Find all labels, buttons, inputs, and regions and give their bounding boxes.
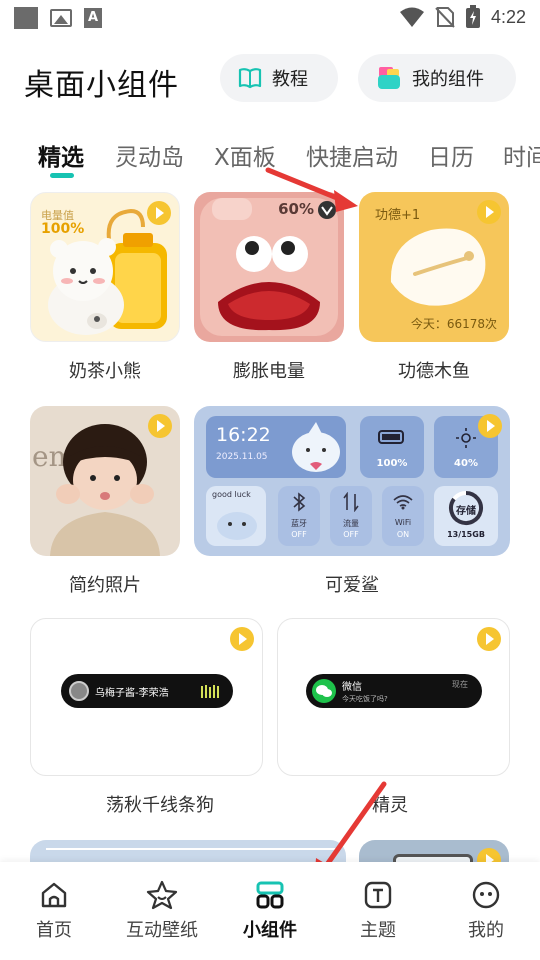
wifi-icon: [399, 7, 424, 27]
tab-time[interactable]: 时间: [503, 138, 540, 172]
play-icon[interactable]: [147, 201, 171, 225]
nav-home-label: 首页: [36, 920, 72, 941]
page-title: 桌面小组件: [24, 68, 179, 103]
widget-label-wooden-fish: 功德木鱼: [398, 361, 470, 382]
play-icon[interactable]: [477, 200, 501, 224]
tab-quick-launch[interactable]: 快捷启动: [306, 138, 398, 172]
bluetooth-label: 蓝牙: [291, 519, 307, 528]
tutorial-label: 教程: [272, 69, 308, 90]
book-icon: [238, 68, 262, 89]
widget-label-simple-photo: 简约照片: [69, 575, 141, 596]
storage-label: 存储: [456, 506, 476, 517]
nav-live-wallpaper[interactable]: 互动壁纸: [112, 880, 212, 942]
sprite-message: 今天吃饭了吗?: [342, 695, 388, 703]
shark-time: 16:22: [216, 424, 271, 446]
wifi-label: WiFi: [394, 518, 412, 527]
shark-good-luck-tile: good luck: [206, 486, 266, 546]
shark-brightness-value: 40%: [454, 458, 478, 469]
tab-indicator: [50, 173, 74, 178]
status-time: 4:22: [490, 6, 526, 27]
widget-label-milk-tea-bear: 奶茶小熊: [69, 361, 141, 382]
mobile-data-tile[interactable]: 流量 OFF: [330, 486, 372, 546]
shark-battery-tile: 100%: [360, 416, 424, 478]
sun-icon: [456, 428, 476, 448]
wifi-state: ON: [396, 530, 410, 539]
nav-theme-label: 主题: [360, 920, 396, 941]
battery-icon: [378, 430, 404, 444]
widget-card-swing-dog[interactable]: 乌梅子酱-李荣浩: [30, 618, 263, 776]
no-sim-icon: [435, 7, 455, 28]
home-icon: [41, 882, 67, 908]
bluetooth-icon: [293, 492, 306, 512]
status-bar: A 4:22: [0, 0, 540, 36]
wifi-icon: [393, 495, 413, 510]
widget-card-cute-shark[interactable]: 16:22 2025.11.05 100% 40% good luck 蓝牙 O…: [194, 406, 510, 556]
tab-dynamic-island[interactable]: 灵动岛: [115, 138, 184, 172]
play-icon[interactable]: [230, 627, 254, 651]
card-preview-lines: [46, 848, 336, 856]
widgets-icon: [256, 881, 284, 909]
widget-box-icon: [378, 67, 400, 89]
dog-music-island: 乌梅子酱-李荣浩: [61, 674, 233, 708]
widget-label-swell-battery: 膨胀电量: [233, 361, 305, 382]
star-face-icon: [146, 880, 178, 910]
nav-live-wallpaper-label: 互动壁纸: [126, 920, 198, 941]
battery-icon: [465, 5, 480, 28]
swell-battery-percent: 60%: [278, 200, 314, 218]
shark-illustration: [292, 422, 340, 472]
font-notification-icon: A: [84, 8, 102, 28]
nav-widgets-label: 小组件: [243, 920, 297, 941]
sprite-app-name: 微信: [342, 682, 362, 693]
sprite-notification-island: 微信 现在 今天吃饭了吗?: [306, 674, 482, 708]
shark-clock-panel: 16:22 2025.11.05: [206, 416, 346, 478]
widget-card-wooden-fish[interactable]: 功德+1 今天：66178次: [359, 192, 509, 342]
notification-icon: [14, 7, 38, 29]
shark-battery-value: 100%: [376, 458, 408, 469]
nav-theme[interactable]: 主题: [328, 880, 428, 942]
play-icon[interactable]: [477, 627, 501, 651]
shark-date: 2025.11.05: [216, 452, 268, 462]
widget-card-swell-battery[interactable]: 60%: [194, 192, 344, 342]
nav-profile[interactable]: 我的: [436, 880, 536, 942]
image-notification-icon: [50, 9, 72, 27]
nav-profile-label: 我的: [468, 920, 504, 941]
play-icon[interactable]: [478, 414, 502, 438]
bluetooth-tile[interactable]: 蓝牙 OFF: [278, 486, 320, 546]
nav-home[interactable]: 首页: [4, 880, 104, 942]
widget-label-swing-dog: 荡秋千线条狗: [106, 795, 214, 816]
data-label: 流量: [343, 519, 359, 528]
theme-icon: [364, 881, 392, 909]
profile-icon: [472, 881, 500, 909]
play-icon[interactable]: [148, 414, 172, 438]
nav-widgets[interactable]: 小组件: [220, 880, 320, 942]
widget-card-milk-tea-bear[interactable]: 电量值 100%: [30, 192, 180, 342]
tab-calendar[interactable]: 日历: [428, 138, 474, 172]
storage-tile: 存储 13/15GB: [434, 486, 498, 546]
good-luck-text: good luck: [212, 490, 251, 499]
shark-small-illustration: [217, 512, 257, 540]
widget-label-sprite: 精灵: [372, 795, 408, 816]
wifi-tile[interactable]: WiFi ON: [382, 486, 424, 546]
wooden-fish-today: 今天：66178次: [410, 317, 497, 331]
audio-bars-icon: [201, 685, 219, 698]
data-state: OFF: [343, 530, 359, 539]
sprite-time-tag: 现在: [452, 680, 468, 689]
bluetooth-state: OFF: [291, 530, 307, 539]
tab-featured[interactable]: 精选: [38, 138, 84, 172]
category-tabs: 精选 灵动岛 X面板 快捷启动 日历 时间: [0, 138, 540, 182]
data-arrows-icon: [343, 492, 359, 512]
widget-label-cute-shark: 可爱鲨: [325, 575, 379, 596]
wechat-icon: [312, 679, 336, 703]
widget-card-simple-photo[interactable]: emb: [30, 406, 180, 556]
tutorial-button[interactable]: 教程: [220, 54, 338, 102]
tab-x-panel[interactable]: X面板: [214, 138, 276, 172]
widget-card-sprite[interactable]: 微信 现在 今天吃饭了吗?: [277, 618, 510, 776]
my-widgets-button[interactable]: 我的组件: [358, 54, 516, 102]
storage-value: 13/15GB: [447, 530, 485, 539]
album-cover-icon: [69, 681, 89, 701]
bottom-navigation: 首页 互动壁纸 小组件 主题 我的: [0, 862, 540, 960]
dog-song-title: 乌梅子酱-李荣浩: [95, 688, 169, 699]
vip-badge-icon: [318, 201, 336, 219]
my-widgets-label: 我的组件: [412, 69, 484, 90]
